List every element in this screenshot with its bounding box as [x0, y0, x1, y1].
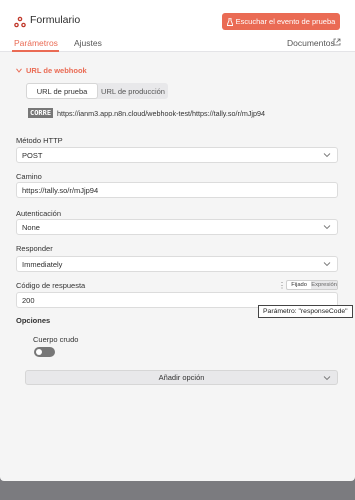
http-method-label: Método HTTP: [16, 136, 63, 145]
active-tab-indicator: [12, 50, 59, 52]
toggle-knob: [36, 349, 42, 355]
url-type-switch: URL de prueba URL de producción: [26, 83, 168, 99]
panel-header: Formulario Escuchar el evento de prueba …: [0, 0, 355, 52]
tab-parameters[interactable]: Parámetros: [14, 38, 58, 48]
webhook-url-text[interactable]: https://ianm3.app.n8n.cloud/webhook-test…: [57, 109, 265, 118]
parameter-options-menu[interactable]: ⋮: [278, 281, 286, 290]
docs-link[interactable]: Documentos: [287, 38, 335, 48]
authentication-value: None: [22, 222, 40, 232]
listen-button-label: Escuchar el evento de prueba: [235, 17, 336, 26]
response-code-label: Código de respuesta: [16, 281, 86, 290]
respond-label: Responder: [16, 244, 53, 253]
webhook-url-toggle[interactable]: URL de webhook: [16, 66, 87, 75]
node-panel: Formulario Escuchar el evento de prueba …: [0, 0, 355, 481]
raw-body-toggle[interactable]: [34, 347, 55, 357]
path-label: Camino: [16, 172, 42, 181]
chevron-down-icon: [323, 262, 331, 267]
parameter-tooltip-text: Parámetro: "responseCode": [263, 308, 348, 315]
webhook-logo-icon: [14, 16, 26, 28]
chevron-down-icon: [323, 376, 331, 381]
add-option-label: Añadir opción: [158, 373, 205, 382]
path-input[interactable]: https://tally.so/r/mJjp94: [16, 182, 338, 198]
options-heading: Opciones: [16, 316, 51, 325]
node-title: Formulario: [30, 14, 81, 26]
listen-test-event-button[interactable]: Escuchar el evento de prueba: [222, 13, 340, 30]
test-url-tab[interactable]: URL de prueba: [26, 83, 98, 99]
path-value: https://tally.so/r/mJjp94: [22, 185, 99, 195]
respond-select[interactable]: Immediately: [16, 256, 338, 272]
fixed-expression-switch: Fijado Expresión: [286, 280, 338, 290]
expression-mode-button[interactable]: Expresión: [311, 281, 337, 289]
http-method-select[interactable]: POST: [16, 147, 338, 163]
add-option-button[interactable]: Añadir opción: [25, 370, 338, 385]
flask-icon: [226, 17, 233, 26]
chevron-down-icon: [323, 153, 331, 158]
http-method-badge: CORRE: [28, 108, 54, 118]
response-code-value: 200: [22, 295, 35, 305]
raw-body-label: Cuerpo crudo: [33, 335, 79, 344]
external-link-icon[interactable]: [333, 38, 341, 46]
webhook-url-label: URL de webhook: [26, 66, 87, 75]
chevron-down-icon: [323, 225, 331, 230]
respond-value: Immediately: [22, 259, 63, 269]
fixed-mode-button[interactable]: Fijado: [287, 281, 311, 289]
authentication-label: Autenticación: [16, 209, 62, 218]
parameter-tooltip: Parámetro: "responseCode": [258, 305, 353, 318]
http-method-value: POST: [22, 150, 43, 160]
chevron-down-icon: [16, 68, 22, 73]
production-url-tab[interactable]: URL de producción: [98, 83, 168, 99]
tab-settings[interactable]: Ajustes: [74, 38, 102, 48]
authentication-select[interactable]: None: [16, 219, 338, 235]
